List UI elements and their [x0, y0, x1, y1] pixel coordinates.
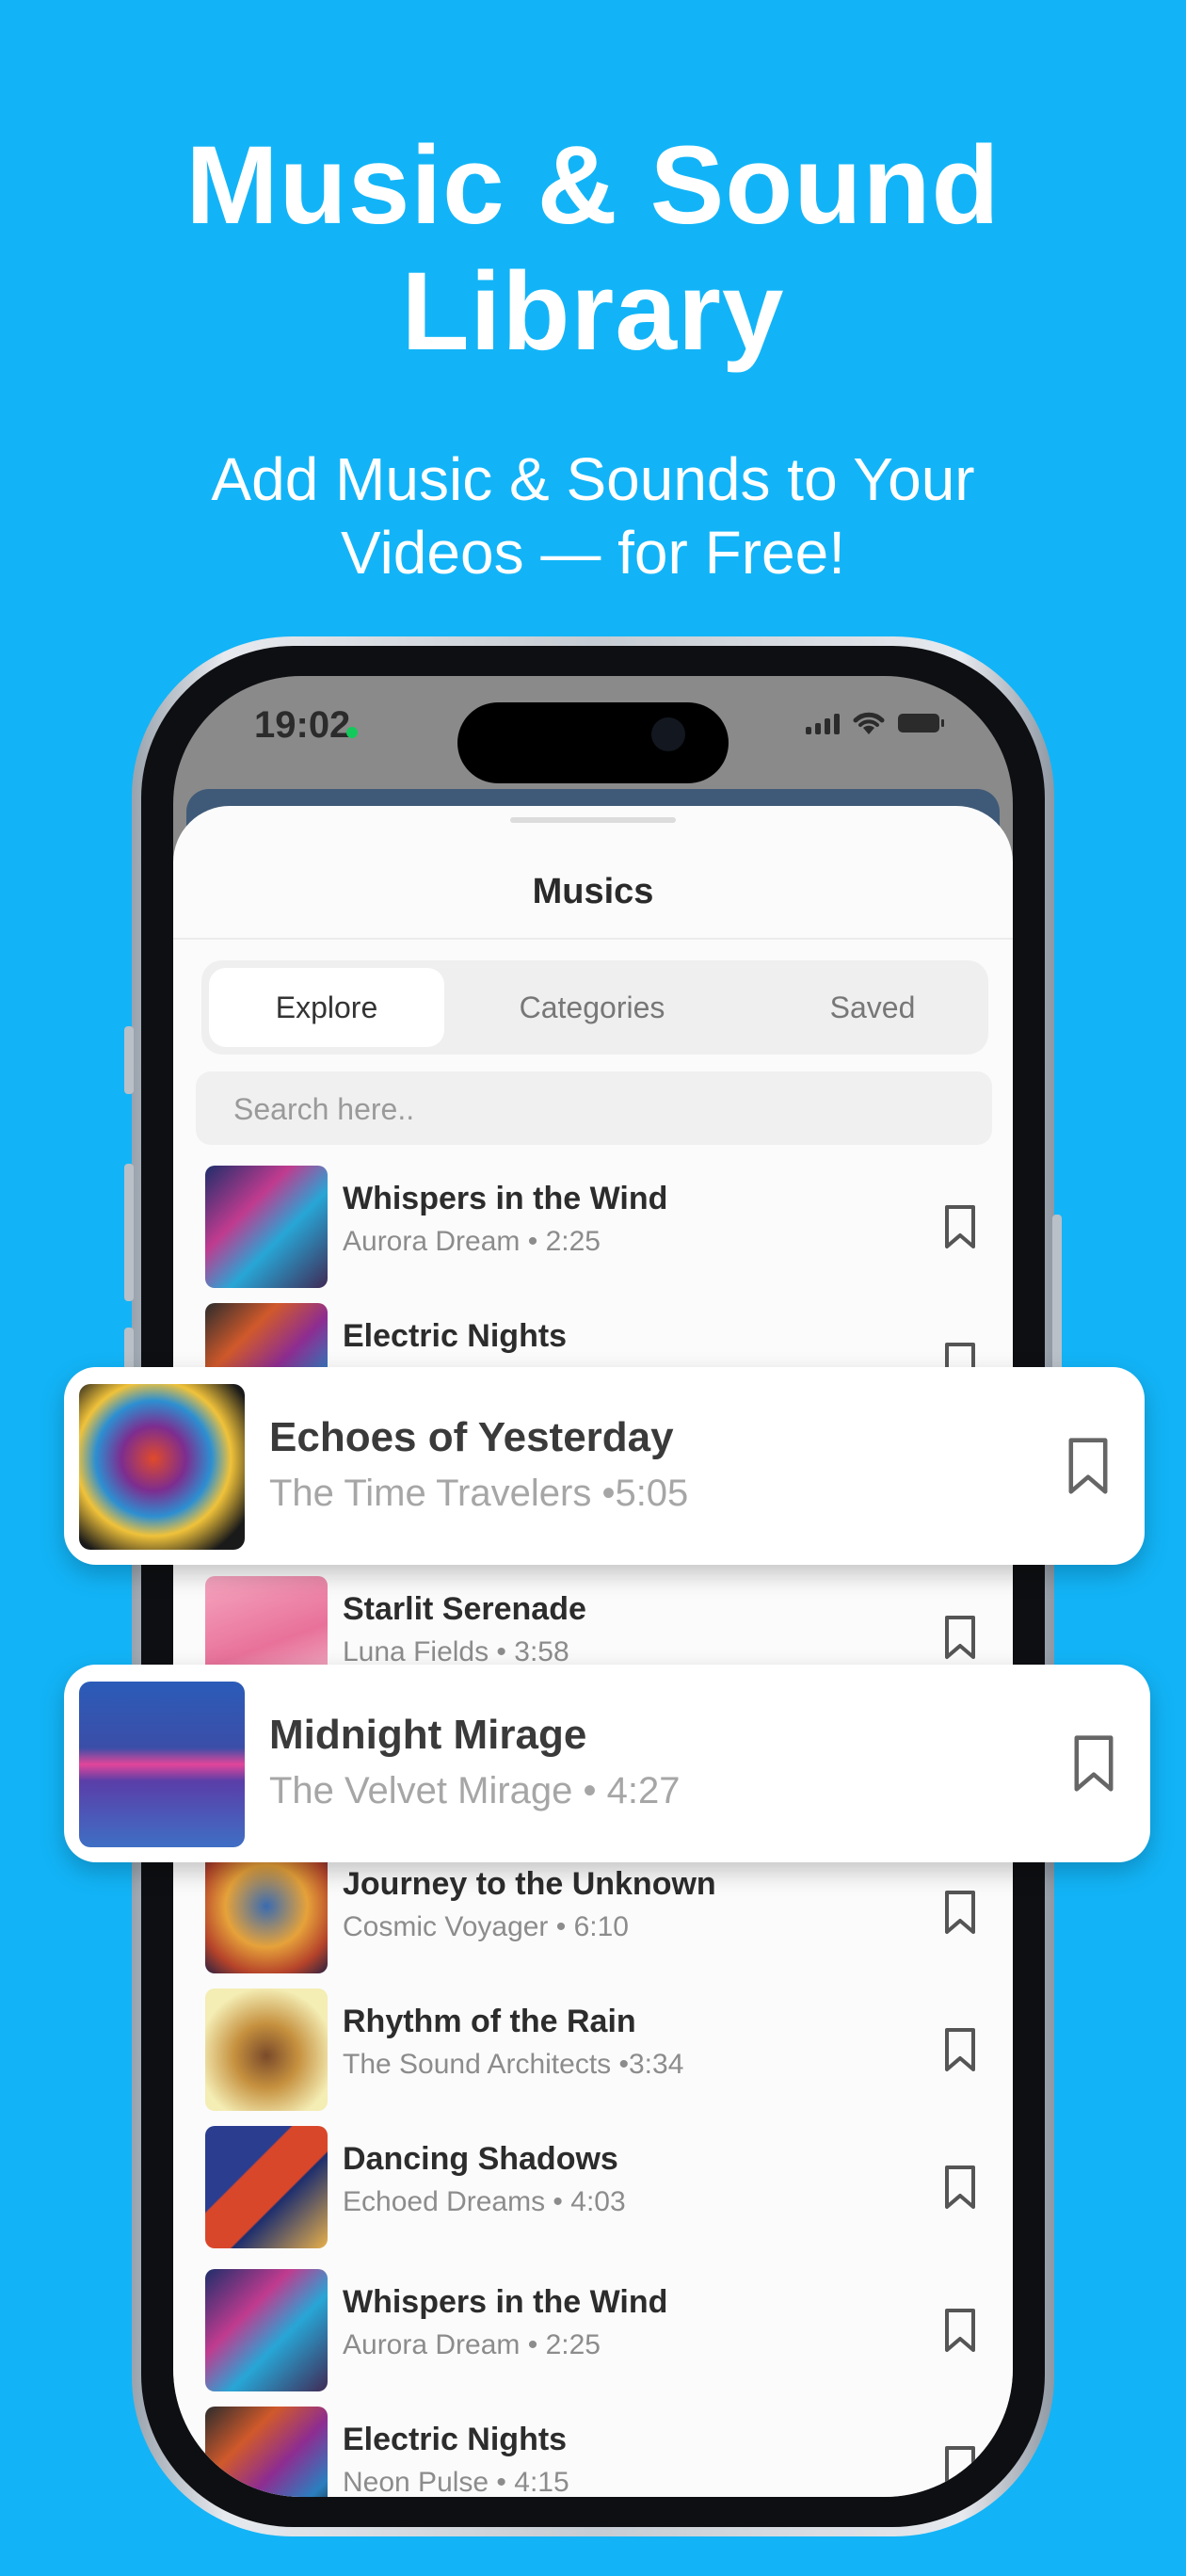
- highlighted-track-meta: The Time Travelers •5:05: [269, 1473, 689, 1514]
- status-time: 19:02: [254, 704, 351, 746]
- bookmark-icon[interactable]: [1064, 1435, 1113, 1497]
- album-art-headphones-icon: [205, 2269, 328, 2391]
- album-art-headphones-icon: [205, 2407, 328, 2497]
- tab-saved[interactable]: Saved: [764, 968, 981, 1047]
- highlighted-track-card[interactable]: Echoes of Yesterday The Time Travelers •…: [64, 1367, 1145, 1565]
- battery-icon: [898, 714, 944, 733]
- album-art-cosmic-icon: [205, 1851, 328, 1973]
- highlighted-track-title: Echoes of Yesterday: [269, 1414, 674, 1460]
- track-meta: Neon Pulse • 4:15: [343, 2467, 569, 2497]
- track-meta: The Sound Architects •3:34: [343, 2049, 684, 2080]
- headline-line-2: Library: [401, 250, 785, 374]
- subheadline-line-2: Videos — for Free!: [341, 519, 845, 587]
- highlighted-track-meta: The Velvet Mirage • 4:27: [269, 1770, 681, 1811]
- track-row[interactable]: Whispers in the Wind Aurora Dream • 2:25: [173, 2269, 1013, 2401]
- album-art-headphones-icon: [205, 1166, 328, 1288]
- status-icons: [806, 710, 944, 736]
- album-art-soundwave-icon: [79, 1682, 245, 1847]
- bookmark-icon[interactable]: [941, 2026, 979, 2073]
- tab-bar: Explore Categories Saved: [201, 960, 988, 1055]
- sheet-grab-handle[interactable]: [510, 817, 676, 823]
- track-title: Electric Nights: [343, 2422, 568, 2457]
- track-title: Whispers in the Wind: [343, 2284, 668, 2320]
- track-row[interactable]: Journey to the Unknown Cosmic Voyager • …: [173, 1851, 1013, 1983]
- highlighted-track-card[interactable]: Midnight Mirage The Velvet Mirage • 4:27: [64, 1665, 1150, 1862]
- front-camera: [651, 717, 685, 751]
- bookmark-icon[interactable]: [941, 2164, 979, 2211]
- status-bar: 19:02: [173, 676, 1013, 789]
- track-title: Dancing Shadows: [343, 2141, 618, 2177]
- cellular-signal-icon: [806, 712, 840, 734]
- sheet-title: Musics: [532, 872, 654, 911]
- highlighted-track-title: Midnight Mirage: [269, 1712, 587, 1758]
- music-sheet: Musics Explore Categories Saved Whispers…: [173, 806, 1013, 2497]
- bookmark-icon[interactable]: [941, 1203, 979, 1250]
- bookmark-icon[interactable]: [1069, 1732, 1118, 1795]
- track-row[interactable]: Rhythm of the Rain The Sound Architects …: [173, 1988, 1013, 2120]
- volume-up-button: [124, 1026, 134, 1094]
- privacy-indicator: [346, 727, 358, 738]
- bookmark-icon[interactable]: [941, 1614, 979, 1661]
- bookmark-icon[interactable]: [941, 1889, 979, 1936]
- subheadline: Add Music & Sounds to Your Videos — for …: [0, 443, 1186, 589]
- tab-categories[interactable]: Categories: [474, 968, 710, 1047]
- track-meta: Aurora Dream • 2:25: [343, 2329, 601, 2360]
- track-title: Whispers in the Wind: [343, 1181, 668, 1216]
- album-art-abstract-icon: [205, 2126, 328, 2248]
- track-title: Starlit Serenade: [343, 1591, 586, 1627]
- track-row[interactable]: Electric Nights Neon Pulse • 4:15: [173, 2407, 1013, 2497]
- track-meta: Luna Fields • 3:58: [343, 1636, 569, 1667]
- headline-line-1: Music & Sound: [185, 123, 1001, 248]
- track-row[interactable]: Whispers in the Wind Aurora Dream • 2:25: [173, 1166, 1013, 1297]
- album-art-headphones-icon: [79, 1384, 245, 1550]
- search-input[interactable]: [232, 1071, 970, 1147]
- tab-explore[interactable]: Explore: [209, 968, 444, 1047]
- track-row[interactable]: Dancing Shadows Echoed Dreams • 4:03: [173, 2126, 1013, 2258]
- track-title: Rhythm of the Rain: [343, 2004, 636, 2039]
- bookmark-icon[interactable]: [941, 2307, 979, 2354]
- phone-screen: 19:02 Musics Explore Categories Saved Se…: [173, 676, 1013, 2497]
- volume-down-button: [124, 1164, 134, 1301]
- track-meta: Echoed Dreams • 4:03: [343, 2186, 626, 2217]
- search-bar: [196, 1071, 992, 1147]
- subheadline-line-1: Add Music & Sounds to Your: [211, 445, 975, 513]
- album-art-guitar-icon: [205, 1988, 328, 2111]
- track-meta: Cosmic Voyager • 6:10: [343, 1911, 629, 1942]
- bookmark-icon[interactable]: [941, 2444, 979, 2491]
- dynamic-island: [457, 702, 729, 783]
- headline: Music & Sound Library: [0, 122, 1186, 375]
- track-meta: Aurora Dream • 2:25: [343, 1226, 601, 1257]
- track-title: Electric Nights: [343, 1318, 568, 1354]
- track-title: Journey to the Unknown: [343, 1866, 716, 1902]
- wifi-icon: [853, 712, 885, 734]
- sheet-divider: [173, 938, 1013, 940]
